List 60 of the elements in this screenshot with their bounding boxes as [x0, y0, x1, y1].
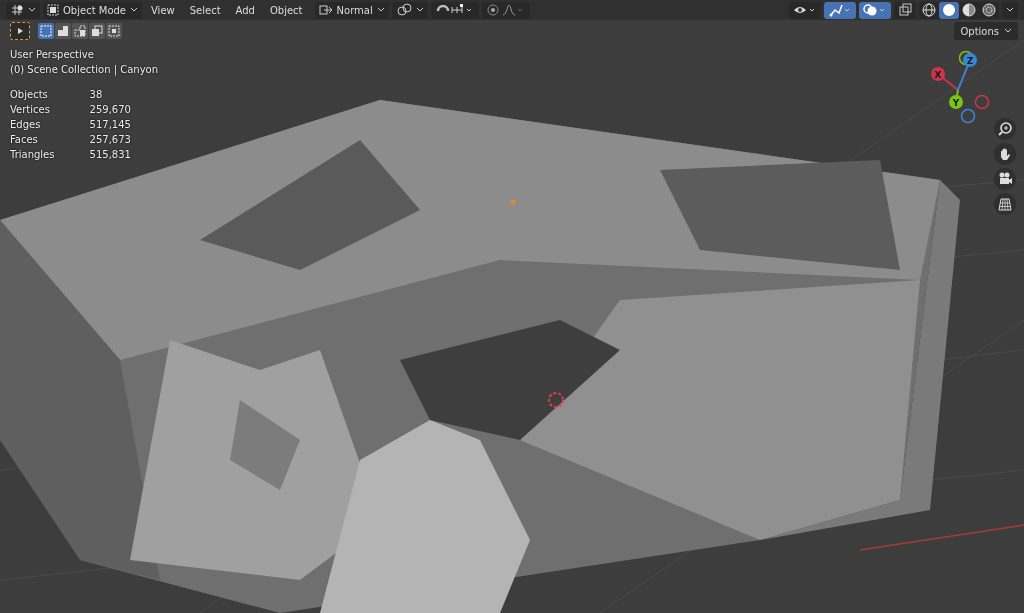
menu-item[interactable]: View — [145, 1, 181, 19]
caret-icon — [1006, 7, 1014, 13]
options-dropdown[interactable]: Options — [954, 22, 1018, 40]
selection-mode-icon — [108, 25, 120, 37]
caret-icon — [28, 7, 36, 13]
selection-mode-icon — [74, 25, 86, 37]
object-mode-icon — [47, 4, 59, 16]
stat-value: 38 — [89, 88, 104, 101]
menu-item[interactable]: Add — [229, 1, 261, 19]
menu-item[interactable]: Object — [263, 1, 309, 19]
caret-icon — [130, 7, 138, 13]
stat-label: Triangles — [10, 148, 56, 161]
collection-name: (0) Scene Collection | Canyon — [10, 63, 159, 76]
grid-icon — [10, 4, 24, 16]
selection-mode-button[interactable] — [55, 23, 71, 39]
visibility-toggle[interactable] — [789, 1, 821, 19]
stat-value: 517,145 — [89, 118, 132, 131]
stat-label: Edges — [10, 118, 42, 131]
stat-value: 515,831 — [89, 148, 132, 161]
stat-value: 259,670 — [89, 103, 132, 116]
proportional-editing-toggle[interactable] — [481, 1, 530, 19]
xray-toggle[interactable] — [894, 1, 916, 19]
selection-mode-button[interactable] — [106, 23, 122, 39]
snap-toggle[interactable] — [430, 1, 479, 19]
mode-dropdown[interactable]: Object Mode — [43, 1, 142, 19]
select-tool-button[interactable] — [10, 22, 30, 40]
stat-label: Objects — [10, 88, 49, 101]
orientation-icon — [318, 4, 333, 16]
selection-mode-icon — [57, 25, 69, 37]
material-shading-button[interactable] — [959, 1, 979, 19]
orientation-dropdown[interactable]: Normal — [314, 1, 389, 19]
selection-mode-button[interactable] — [38, 23, 54, 39]
selection-mode-icon — [40, 25, 52, 37]
gizmo-icon — [828, 3, 852, 17]
overlay-toggle[interactable] — [859, 1, 891, 19]
wireframe-shading-button[interactable] — [919, 1, 939, 19]
rendered-sphere-icon — [982, 3, 996, 17]
rendered-shading-button[interactable] — [979, 1, 999, 19]
stat-value: 257,673 — [89, 133, 132, 146]
xray-icon — [898, 3, 912, 17]
stat-label: Vertices — [10, 103, 51, 116]
selection-mode-icon — [91, 25, 103, 37]
material-sphere-icon — [962, 3, 976, 17]
solid-sphere-icon — [942, 3, 956, 17]
axis-handle[interactable]: Z — [957, 53, 977, 91]
menu-item[interactable]: Select — [183, 1, 227, 19]
overlay-icon — [863, 3, 887, 17]
caret-icon — [1004, 28, 1012, 34]
caret-icon — [415, 7, 424, 13]
solid-shading-button[interactable] — [939, 1, 959, 19]
pivot-icon — [395, 3, 412, 17]
editor-type-button[interactable] — [6, 1, 40, 19]
pivot-dropdown[interactable] — [391, 1, 428, 19]
selection-mode-button[interactable] — [72, 23, 88, 39]
gizmo-toggle[interactable] — [824, 1, 856, 19]
selection-mode-button[interactable] — [89, 23, 105, 39]
stat-label: Faces — [10, 133, 39, 146]
caret-icon — [376, 7, 385, 13]
wireframe-sphere-icon — [922, 3, 936, 17]
view-name: User Perspective — [10, 48, 95, 61]
